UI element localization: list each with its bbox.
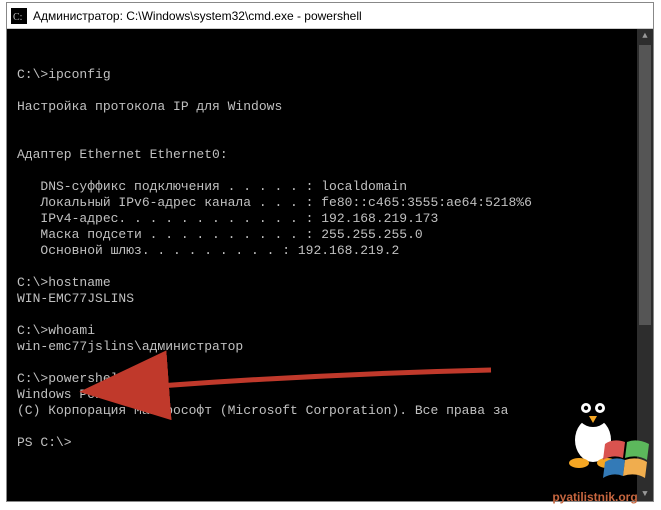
terminal-line: C:\>hostname bbox=[17, 275, 645, 291]
watermark-badge: pyatilistnik.org bbox=[535, 388, 655, 506]
terminal-line: Локальный IPv6-адрес канала . . . : fe80… bbox=[17, 195, 645, 211]
watermark-text: pyatilistnik.org bbox=[535, 490, 655, 504]
cmd-icon: C: bbox=[11, 8, 27, 24]
scroll-up-icon[interactable]: ▲ bbox=[637, 29, 653, 43]
terminal-line bbox=[17, 83, 645, 99]
terminal-line bbox=[17, 131, 645, 147]
terminal-line: WIN-EMC77JSLINS bbox=[17, 291, 645, 307]
terminal-line bbox=[17, 355, 645, 371]
terminal-line: IPv4-адрес. . . . . . . . . . . . : 192.… bbox=[17, 211, 645, 227]
terminal-line bbox=[17, 163, 645, 179]
terminal-line: Основной шлюз. . . . . . . . . : 192.168… bbox=[17, 243, 645, 259]
terminal-line: C:\>whoami bbox=[17, 323, 645, 339]
terminal-line bbox=[17, 115, 645, 131]
terminal-line bbox=[17, 259, 645, 275]
svg-text:C:: C: bbox=[13, 12, 22, 23]
terminal-line: DNS-суффикс подключения . . . . . : loca… bbox=[17, 179, 645, 195]
terminal-line: Настройка протокола IP для Windows bbox=[17, 99, 645, 115]
terminal-line bbox=[17, 307, 645, 323]
terminal-line: Адаптер Ethernet Ethernet0: bbox=[17, 147, 645, 163]
scrollbar-thumb[interactable] bbox=[639, 45, 651, 325]
terminal-line: C:\>powershell bbox=[17, 371, 645, 387]
terminal-line: C:\>ipconfig bbox=[17, 67, 645, 83]
windows-flag-icon bbox=[603, 438, 651, 482]
terminal-line: win-emc77jslins\администратор bbox=[17, 339, 645, 355]
terminal-line: Маска подсети . . . . . . . . . . : 255.… bbox=[17, 227, 645, 243]
titlebar[interactable]: C: Администратор: C:\Windows\system32\cm… bbox=[7, 3, 653, 29]
window-title: Администратор: C:\Windows\system32\cmd.e… bbox=[33, 9, 362, 23]
